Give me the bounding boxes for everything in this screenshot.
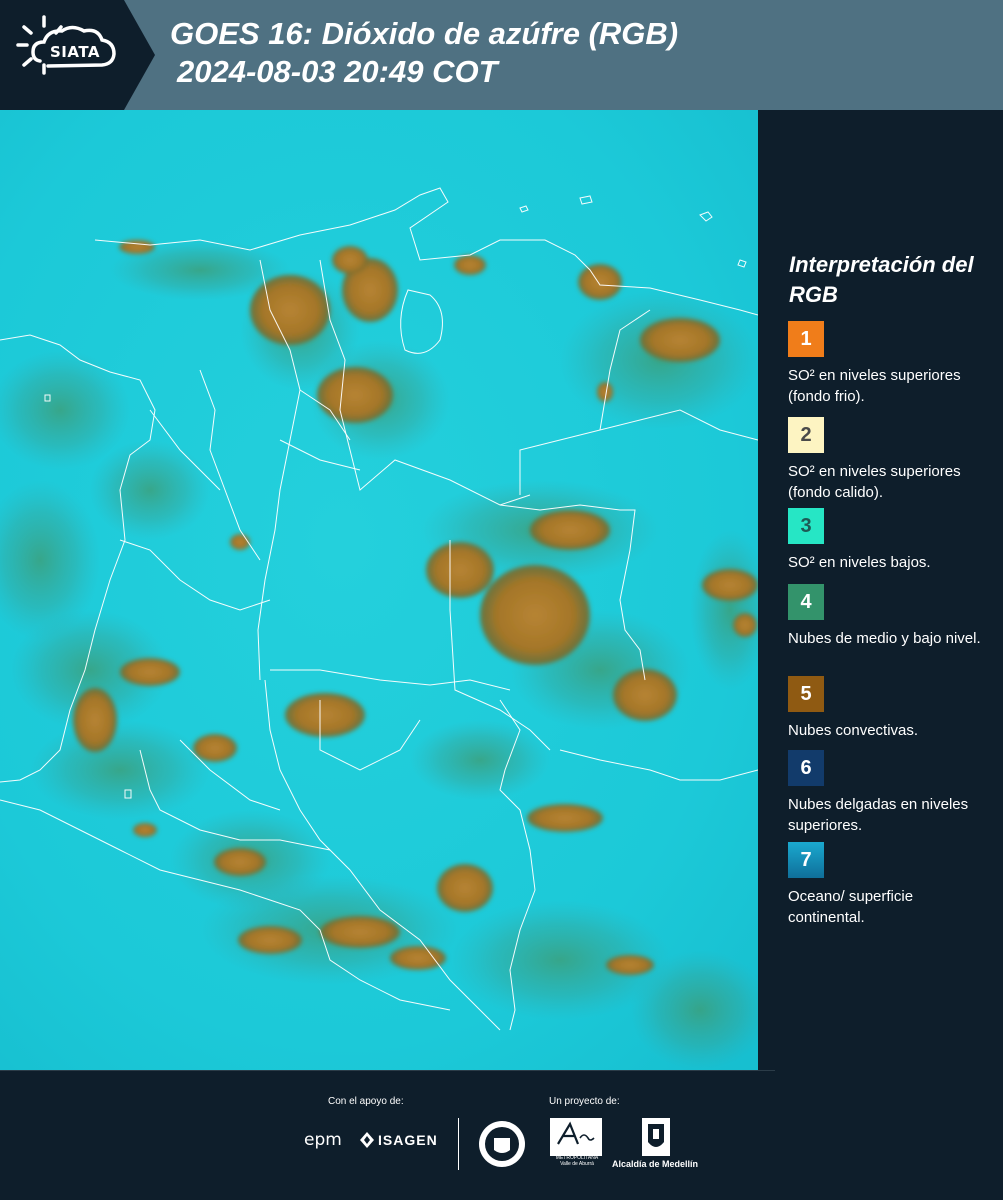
legend-swatch-3: 3 [788,508,824,544]
legend-swatch-5: 5 [788,676,824,712]
legend-item-4: 4 Nubes de medio y bajo nivel. [788,584,988,649]
legend-item-2: 2 SO² en niveles superiores (fondo calid… [788,417,988,503]
isagen-logo: ISAGEN [378,1132,438,1148]
legend-label-6: Nubes delgadas en niveles superiores. [788,796,969,834]
satellite-image [0,110,758,1070]
legend-title: Interpretación del RGB [789,252,974,307]
epm-logo: epm [304,1130,342,1150]
footer-divider-line [0,1070,775,1071]
isagen-icon [360,1132,374,1148]
legend-item-3: 3 SO² en niveles bajos. [788,508,988,573]
siata-logo-text: SIATA [49,43,100,61]
page-title: GOES 16: Dióxido de azúfre (RGB) [170,16,679,51]
legend-label-1: SO² en niveles superiores (fondo frio). [788,367,961,405]
alcaldia-shield-icon [642,1118,670,1156]
satellite-map [0,110,758,1070]
legend-swatch-4: 4 [788,584,824,620]
legend-swatch-6: 6 [788,750,824,786]
siata-logo: SIATA [0,0,160,110]
legend-item-6: 6 Nubes delgadas en niveles superiores. [788,750,988,836]
project-label: Un proyecto de: [549,1096,620,1107]
legend-swatch-1: 1 [788,321,824,357]
legend-panel: Interpretación del RGB 1 SO² en niveles … [758,110,1003,1070]
support-label: Con el apoyo de: [328,1096,404,1107]
legend-item-1: 1 SO² en niveles superiores (fondo frio)… [788,321,988,407]
header-bar: SIATA GOES 16: Dióxido de azúfre (RGB) 2… [0,0,1003,110]
legend-label-5: Nubes convectivas. [788,722,919,739]
area-metropolitana-subtitle: METROPOLITANA Valle de Aburrá [555,1155,599,1167]
area-metropolitana-logo-icon [550,1118,602,1156]
legend-label-7: Oceano/ superficie continental. [788,888,914,926]
legend-swatch-2: 2 [788,417,824,453]
footer-separator [458,1118,459,1170]
legend-label-2: SO² en niveles superiores (fondo calido)… [788,463,961,501]
legend-label-3: SO² en niveles bajos. [788,554,931,571]
page-timestamp: 2024-08-03 20:49 COT [177,54,498,89]
alcaldia-label: Alcaldía de Medellín [612,1159,699,1169]
medellin-seal-icon [479,1121,525,1167]
legend-item-5: 5 Nubes convectivas. [788,676,988,741]
legend-item-7: 7 Oceano/ superficie continental. [788,842,988,928]
footer: Con el apoyo de: Un proyecto de: epm ISA… [0,1070,1003,1200]
legend-label-4: Nubes de medio y bajo nivel. [788,630,981,647]
legend-swatch-7: 7 [788,842,824,878]
